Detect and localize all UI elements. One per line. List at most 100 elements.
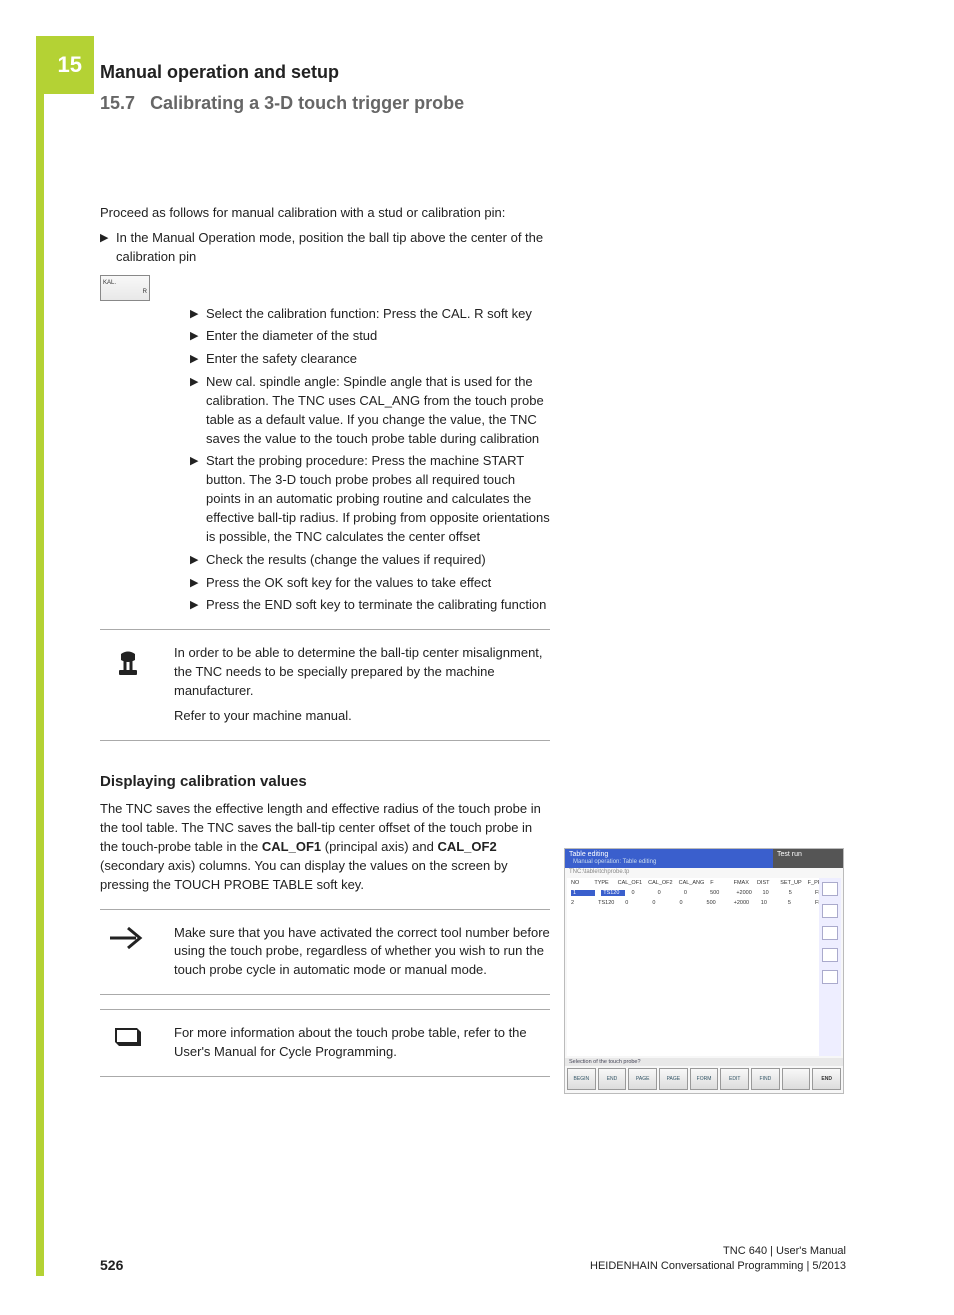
chapter-title: Manual operation and setup (100, 62, 846, 83)
sc-cell: TS120 (601, 890, 625, 896)
sc-cell: 5 (788, 900, 809, 906)
display-paragraph: The TNC saves the effective length and e… (100, 800, 550, 894)
side-strip (36, 36, 44, 1276)
sub-step-text: Enter the safety clearance (206, 350, 550, 369)
sc-head: Table editing Manual operation: Table ed… (565, 849, 843, 868)
bullet-icon: ▶ (190, 596, 206, 615)
sub-step-text: Press the END soft key to terminate the … (206, 596, 550, 615)
note-book: For more information about the touch pro… (100, 1009, 550, 1077)
section-name: Calibrating a 3-D touch trigger probe (150, 93, 464, 113)
sc-col: SET_UP (780, 880, 801, 886)
softkey-label-top: KAL. (103, 279, 116, 288)
sc-row-2: 2 TS120 0 0 0 500 +2000 10 5 FMAX_P (567, 898, 841, 908)
sub-step: ▶Check the results (change the values if… (190, 551, 550, 570)
sc-softkey-row: BEGIN END PAGE PAGE FORM EDIT FIND END (565, 1068, 843, 1092)
sc-cell: 0 (658, 890, 678, 896)
cal-of1: CAL_OF1 (262, 839, 321, 854)
sc-col: FMAX (734, 880, 751, 886)
sc-side-button (822, 882, 838, 896)
sub-step: ▶Press the OK soft key for the values to… (190, 574, 550, 593)
sc-row-1: 1 TS120 0 0 0 500 +2000 10 5 FMAX_P (567, 888, 841, 898)
sc-softkey: END (598, 1068, 627, 1090)
sc-side-button (822, 970, 838, 984)
sub-step-text: Check the results (change the values if … (206, 551, 550, 570)
sub-step: ▶Start the probing procedure: Press the … (190, 452, 550, 546)
sc-cell: 0 (652, 900, 673, 906)
note-book-text: For more information about the touch pro… (174, 1024, 550, 1062)
body-column: Proceed as follows for manual calibratio… (100, 204, 550, 1077)
display-para-mid: (principal axis) and (321, 839, 437, 854)
bullet-icon: ▶ (190, 574, 206, 593)
footer-line1: TNC 640 | User's Manual (590, 1244, 846, 1258)
note1-p2: Refer to your machine manual. (174, 707, 550, 726)
sc-cell: +2000 (734, 900, 755, 906)
arrow-right-icon (100, 924, 156, 952)
chapter-tab: 15 (36, 36, 94, 94)
sc-cell: +2000 (736, 890, 756, 896)
sc-title-left: Table editing Manual operation: Table ed… (565, 849, 773, 868)
sc-cell: 2 (571, 900, 592, 906)
sub-step-text: Enter the diameter of the stud (206, 327, 550, 346)
sc-softkey (782, 1068, 811, 1090)
bullet-icon: ▶ (190, 373, 206, 448)
book-icon (100, 1024, 156, 1050)
sc-col: CAL_ANG (679, 880, 705, 886)
sc-cell: TS120 (598, 900, 619, 906)
sc-softkey: PAGE (628, 1068, 657, 1090)
section-number: 15.7 (100, 93, 135, 113)
sc-footer-question: Selection of the touch probe? (565, 1058, 843, 1066)
note-arrow-text: Make sure that you have activated the co… (174, 924, 550, 981)
sub-step: ▶Enter the safety clearance (190, 350, 550, 369)
sub-step: ▶Press the END soft key to terminate the… (190, 596, 550, 615)
bullet-icon: ▶ (190, 551, 206, 570)
bullet-icon: ▶ (190, 452, 206, 546)
page-footer: 526 TNC 640 | User's Manual HEIDENHAIN C… (100, 1244, 846, 1273)
sc-softkey: BEGIN (567, 1068, 596, 1090)
note-machine-text: In order to be able to determine the bal… (174, 644, 550, 725)
sc-col: F (710, 880, 727, 886)
sc-col: CAL_OF2 (648, 880, 672, 886)
sc-side-button (822, 926, 838, 940)
note-machine-prep: In order to be able to determine the bal… (100, 629, 550, 740)
sc-softkey: FORM (690, 1068, 719, 1090)
softkey-label-r: R (143, 288, 147, 297)
sub-step-text: New cal. spindle angle: Spindle angle th… (206, 373, 550, 448)
tnc-screenshot: Table editing Manual operation: Table ed… (564, 848, 844, 1094)
sc-cell: 500 (710, 890, 730, 896)
sc-cell: 500 (707, 900, 728, 906)
sc-cell: 10 (763, 890, 783, 896)
sc-cell: 1 (571, 890, 595, 896)
sub-step-text: Start the probing procedure: Press the m… (206, 452, 550, 546)
footer-right: TNC 640 | User's Manual HEIDENHAIN Conve… (590, 1244, 846, 1273)
main-step: ▶ In the Manual Operation mode, position… (100, 229, 550, 267)
sc-softkey-end: END (812, 1068, 841, 1090)
sub-steps-list: ▶Select the calibration function: Press … (190, 305, 550, 616)
sub-step: ▶Select the calibration function: Press … (190, 305, 550, 324)
footer-line2: HEIDENHAIN Conversational Programming | … (590, 1259, 846, 1273)
note-arrow: Make sure that you have activated the co… (100, 909, 550, 996)
sc-softkey: FIND (751, 1068, 780, 1090)
sc-side-button (822, 904, 838, 918)
display-para-post: (secondary axis) columns. You can displa… (100, 858, 508, 892)
note1-p1: In order to be able to determine the bal… (174, 644, 550, 701)
sc-cell: 0 (679, 900, 700, 906)
sc-body: NO TYPE CAL_OF1 CAL_OF2 CAL_ANG F FMAX D… (567, 878, 841, 1056)
cal-of2: CAL_OF2 (437, 839, 496, 854)
sc-col: DIST (757, 880, 774, 886)
sc-title-right: Test run (773, 849, 843, 868)
sc-side-button (822, 948, 838, 962)
bullet-icon: ▶ (190, 327, 206, 346)
sub-step-text: Select the calibration function: Press t… (206, 305, 550, 324)
sc-cell: 5 (789, 890, 809, 896)
sc-sidebar (819, 878, 841, 1056)
sc-cell: 10 (761, 900, 782, 906)
sc-header-row: NO TYPE CAL_OF1 CAL_OF2 CAL_ANG F FMAX D… (567, 878, 841, 888)
section-title: 15.7 Calibrating a 3-D touch trigger pro… (100, 93, 846, 114)
sc-cell: 0 (631, 890, 651, 896)
bullet-icon: ▶ (190, 305, 206, 324)
subheading: Displaying calibration values (100, 771, 550, 793)
sc-cell: 0 (684, 890, 704, 896)
sc-subtitle: Manual operation: Table editing (569, 858, 769, 866)
bullet-icon: ▶ (190, 350, 206, 369)
sc-softkey: PAGE (659, 1068, 688, 1090)
